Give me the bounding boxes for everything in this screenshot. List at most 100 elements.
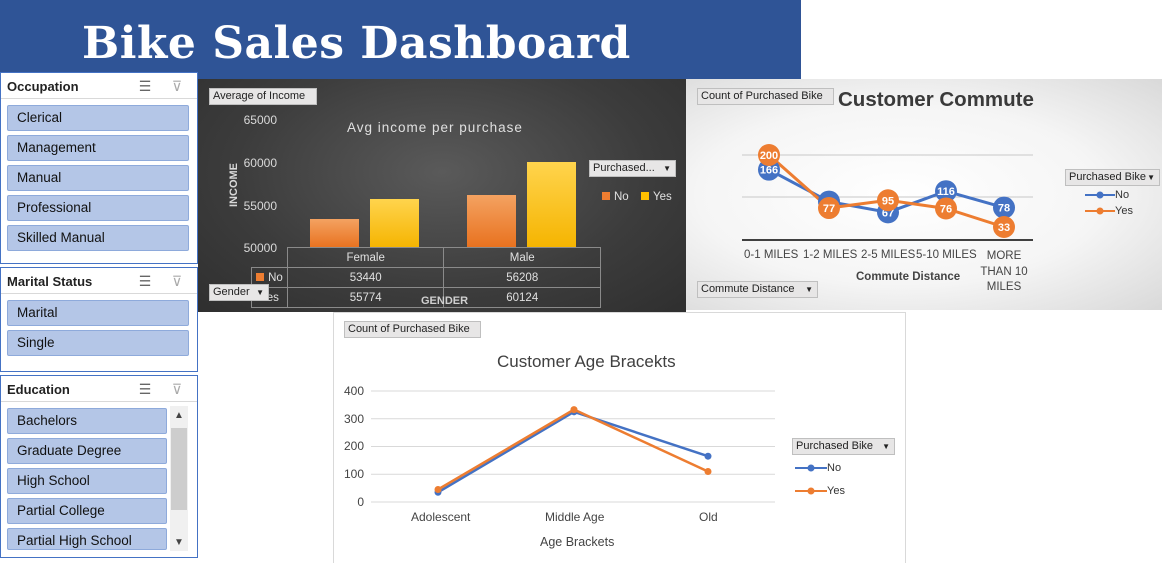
legend-swatch-yes	[641, 192, 649, 200]
dropdown-icon: ▼	[1147, 173, 1155, 182]
legend-field-button[interactable]: Purchased Bike ▼	[1065, 169, 1160, 186]
data-label-yes: 95	[882, 195, 894, 207]
table-row: No 53440 56208	[251, 267, 601, 288]
series-line-yes	[437, 408, 709, 491]
slicer-item-partial-high-school[interactable]: Partial High School	[7, 528, 167, 550]
table-corner	[251, 247, 288, 268]
slicer-scrollbar[interactable]: ▲ ▼	[170, 406, 188, 551]
slicer-item-partial-college[interactable]: Partial College	[7, 498, 167, 524]
legend-marker-yes	[795, 487, 827, 495]
x-tick-label: 0-1 MILES	[744, 249, 799, 261]
legend-field-button[interactable]: Purchased... ▼	[589, 160, 676, 177]
x-tick-label: Adolescent	[411, 510, 471, 524]
slicer-item-management[interactable]: Management	[7, 135, 189, 161]
age-chart: Count of Purchased Bike Customer Age Bra…	[333, 312, 906, 563]
table-header-cell: Male	[443, 247, 601, 268]
data-label-no: 78	[998, 203, 1010, 215]
axis-field-button[interactable]: Gender ▼	[209, 284, 269, 301]
legend-item-no: No	[1085, 189, 1129, 201]
legend-marker-no	[1085, 191, 1115, 199]
legend-item-yes: Yes	[795, 485, 845, 497]
multi-select-icon[interactable]: ☰	[137, 78, 153, 94]
legend-field-label: Purchased Bike	[1069, 171, 1147, 183]
scroll-down-icon[interactable]: ▼	[170, 535, 188, 551]
table-row-label: No	[268, 271, 283, 284]
table-cell: 56208	[443, 267, 601, 288]
x-axis-label: GENDER	[421, 295, 469, 307]
data-label-no: 116	[937, 186, 955, 198]
dropdown-icon: ▼	[256, 288, 264, 297]
bar-female-yes	[370, 198, 419, 248]
slicer-item-clerical[interactable]: Clerical	[7, 105, 189, 131]
legend-marker-yes	[1085, 207, 1115, 215]
clear-filter-icon[interactable]: ⊽	[169, 273, 185, 289]
legend-marker-no	[795, 464, 827, 472]
data-label-yes: 76	[940, 203, 952, 215]
data-marker-yes	[434, 486, 442, 494]
dropdown-icon: ▼	[882, 442, 890, 451]
data-label-yes: 77	[823, 203, 835, 215]
x-axis-label: Age Brackets	[540, 535, 615, 549]
data-label-no: 166	[760, 165, 778, 177]
x-tick-label: Old	[699, 510, 718, 524]
legend-label-yes: Yes	[827, 485, 845, 497]
slicer-item-high-school[interactable]: High School	[7, 468, 167, 494]
slicer-item-bachelors[interactable]: Bachelors	[7, 408, 167, 434]
chart-title: Avg income per purchase	[347, 120, 523, 135]
dropdown-icon: ▼	[663, 164, 671, 173]
slicer-header: Marital Status ☰ ⊽	[1, 268, 197, 294]
table-header-cell: Female	[286, 247, 445, 268]
y-tick: 60000	[243, 156, 277, 170]
y-tick: 65000	[243, 113, 277, 127]
slicer-title: Marital Status	[7, 274, 93, 289]
legend-field-label: Purchased...	[593, 162, 655, 174]
x-tick-label: MORE THAN 10 MILES	[980, 250, 1028, 293]
data-label-yes: 33	[998, 222, 1010, 234]
data-label-yes: 200	[760, 150, 778, 162]
slicer-title: Occupation	[7, 79, 79, 94]
legend-swatch-no	[602, 192, 610, 200]
commute-chart: Count of Purchased Bike Customer Commute…	[686, 79, 1162, 310]
legend-label-no: No	[614, 191, 629, 203]
data-marker-yes	[704, 467, 712, 475]
legend-label-no: No	[827, 462, 842, 474]
income-chart: Average of Income Avg income per purchas…	[198, 79, 686, 312]
bar-male-no	[467, 195, 516, 248]
dashboard-title: Bike Sales Dashboard	[82, 18, 631, 69]
table-header-row: Female Male	[251, 247, 601, 268]
legend-field-button[interactable]: Purchased Bike ▼	[792, 438, 895, 455]
multi-select-icon[interactable]: ☰	[137, 273, 153, 289]
bar-female-no	[310, 218, 359, 248]
legend-label-yes: Yes	[653, 191, 672, 203]
slicer-item-marital[interactable]: Marital	[7, 300, 189, 326]
data-marker-no	[704, 452, 712, 460]
legend-label-yes: Yes	[1115, 205, 1133, 217]
slicer-item-professional[interactable]: Professional	[7, 195, 189, 221]
scroll-thumb[interactable]	[171, 428, 187, 510]
bar-male-yes	[527, 161, 576, 248]
x-tick-label: 5-10 MILES	[916, 249, 977, 261]
value-field-button[interactable]: Average of Income	[209, 88, 317, 105]
slicer-item-single[interactable]: Single	[7, 330, 189, 356]
multi-select-icon[interactable]: ☰	[137, 381, 153, 397]
slicer-item-skilled-manual[interactable]: Skilled Manual	[7, 225, 189, 251]
legend-label-no: No	[1115, 189, 1130, 201]
axis-field-button[interactable]: Commute Distance ▼	[697, 281, 818, 298]
dropdown-icon: ▼	[805, 285, 813, 294]
x-tick-label: 2-5 MILES	[861, 249, 916, 261]
data-marker-yes	[570, 406, 578, 414]
x-tick-label: Middle Age	[545, 510, 605, 524]
clear-filter-icon[interactable]: ⊽	[169, 78, 185, 94]
legend-swatch-no	[256, 272, 265, 281]
clear-filter-icon[interactable]: ⊽	[169, 381, 185, 397]
legend-field-label: Purchased Bike	[796, 440, 874, 452]
y-tick: 55000	[243, 199, 277, 213]
slicer-title: Education	[7, 382, 70, 397]
slicer-item-manual[interactable]: Manual	[7, 165, 189, 191]
slicer-item-graduate-degree[interactable]: Graduate Degree	[7, 438, 167, 464]
education-slicer: Education ☰ ⊽ Bachelors Graduate Degree …	[0, 375, 198, 558]
legend-item-no: No	[795, 462, 841, 474]
axis-field-label: Commute Distance	[701, 283, 795, 295]
scroll-up-icon[interactable]: ▲	[170, 408, 188, 424]
slicer-header: Occupation ☰ ⊽	[1, 73, 197, 99]
